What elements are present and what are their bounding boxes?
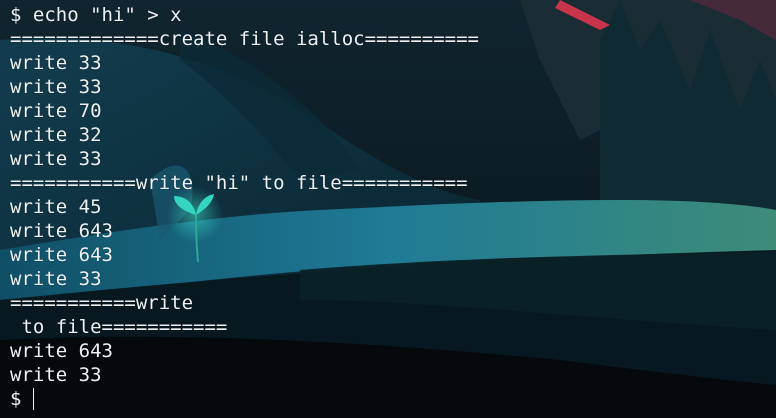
output-line: write 32: [10, 124, 102, 146]
section-separator: =============create file ialloc=========…: [10, 28, 479, 50]
prompt-symbol: $: [10, 388, 22, 410]
output-line: write 70: [10, 100, 102, 122]
output-line: write 33: [10, 268, 102, 290]
input-prompt[interactable]: $: [10, 387, 479, 411]
output-line: write 33: [10, 76, 102, 98]
section-separator: ===========write: [10, 292, 194, 314]
output-line: write 45: [10, 196, 102, 218]
output-line: write 643: [10, 340, 113, 362]
command-line: $ echo "hi" > x: [10, 4, 182, 26]
output-line: write 643: [10, 244, 113, 266]
text-cursor: [33, 388, 35, 410]
terminal-window[interactable]: $ echo "hi" > x =============create file…: [0, 0, 776, 418]
output-line: write 33: [10, 364, 102, 386]
output-line: write 33: [10, 148, 102, 170]
output-line: write 643: [10, 220, 113, 242]
terminal-output: $ echo "hi" > x =============create file…: [10, 3, 479, 411]
section-separator: ===========write "hi" to file===========: [10, 172, 468, 194]
output-line: write 33: [10, 52, 102, 74]
section-separator: to file===========: [10, 316, 228, 338]
